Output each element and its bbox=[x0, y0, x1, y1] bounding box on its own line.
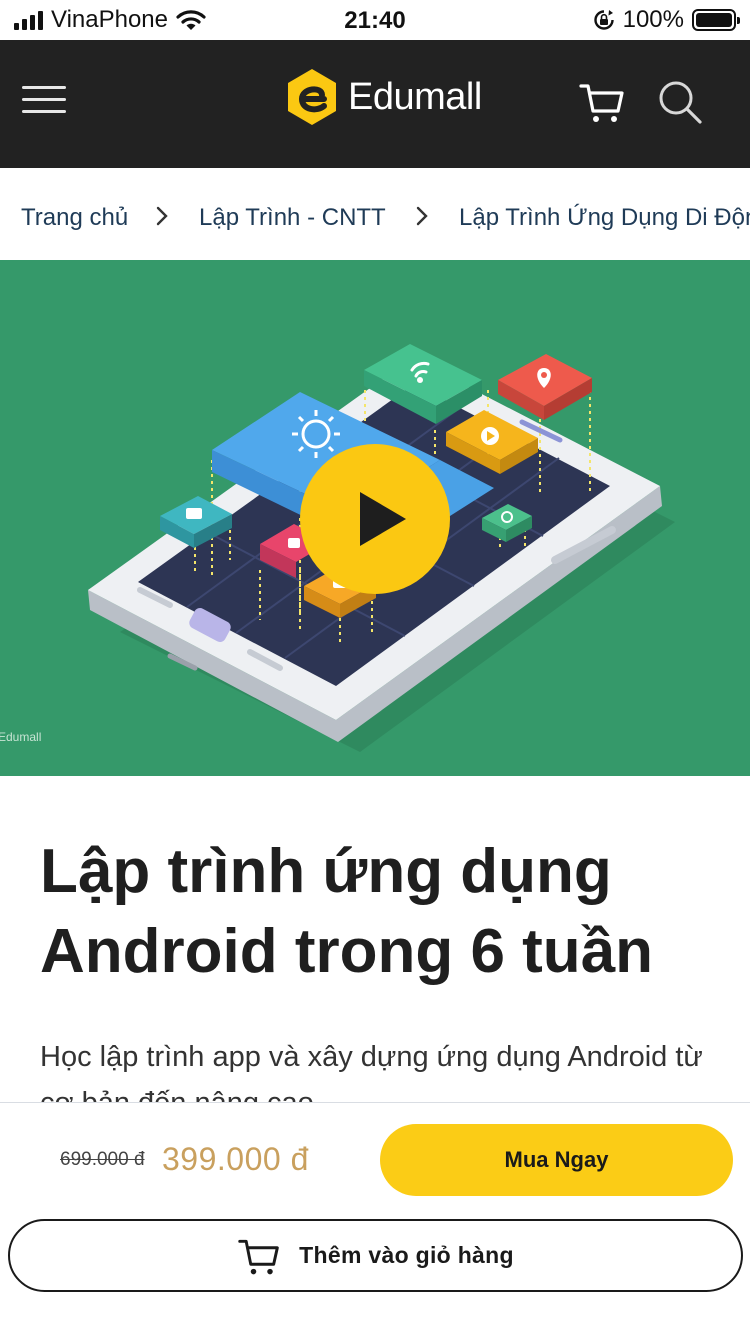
battery-percent: 100% bbox=[622, 6, 684, 33]
chevron-right-icon bbox=[156, 206, 168, 226]
breadcrumb: Trang chủ Lập Trình - CNTT Lập Trình Ứng… bbox=[0, 168, 750, 260]
menu-icon[interactable] bbox=[22, 86, 66, 114]
buy-now-button[interactable]: Mua Ngay bbox=[380, 1124, 733, 1196]
course-hero-image[interactable]: Edumall bbox=[0, 260, 750, 776]
status-right: 100% bbox=[593, 6, 740, 34]
course-title: Lập trình ứng dụng Android trong 6 tuần bbox=[40, 837, 654, 986]
breadcrumb-item-home[interactable]: Trang chủ bbox=[21, 204, 128, 232]
original-price: 699.000 đ bbox=[60, 1149, 145, 1170]
cart-icon[interactable] bbox=[578, 78, 626, 126]
logo-text: Edumall bbox=[348, 75, 482, 118]
edumall-logo[interactable]: Edumall bbox=[284, 66, 482, 128]
logo-mark-icon bbox=[288, 69, 336, 125]
chevron-right-icon bbox=[416, 206, 428, 226]
status-bar: VinaPhone 21:40 100% bbox=[0, 0, 750, 40]
add-to-cart-label: Thêm vào giỏ hàng bbox=[299, 1242, 514, 1268]
play-icon bbox=[360, 492, 406, 546]
breadcrumb-item-category[interactable]: Lập Trình - CNTT bbox=[199, 204, 386, 232]
sale-price: 399.000 đ bbox=[162, 1141, 309, 1177]
play-video-button[interactable] bbox=[300, 444, 450, 594]
hero-watermark: Edumall bbox=[0, 730, 42, 744]
orientation-lock-icon bbox=[593, 10, 614, 30]
app-header: Edumall bbox=[0, 40, 750, 168]
breadcrumb-item-subcategory[interactable]: Lập Trình Ứng Dụng Di Động bbox=[459, 204, 750, 232]
cart-icon bbox=[238, 1239, 279, 1274]
add-to-cart-button[interactable]: Thêm vào giỏ hàng bbox=[8, 1219, 743, 1292]
battery-icon bbox=[692, 9, 740, 31]
purchase-bar: 699.000 đ 399.000 đ Mua Ngay Thêm vào gi… bbox=[0, 1102, 750, 1334]
search-icon[interactable] bbox=[656, 78, 704, 126]
